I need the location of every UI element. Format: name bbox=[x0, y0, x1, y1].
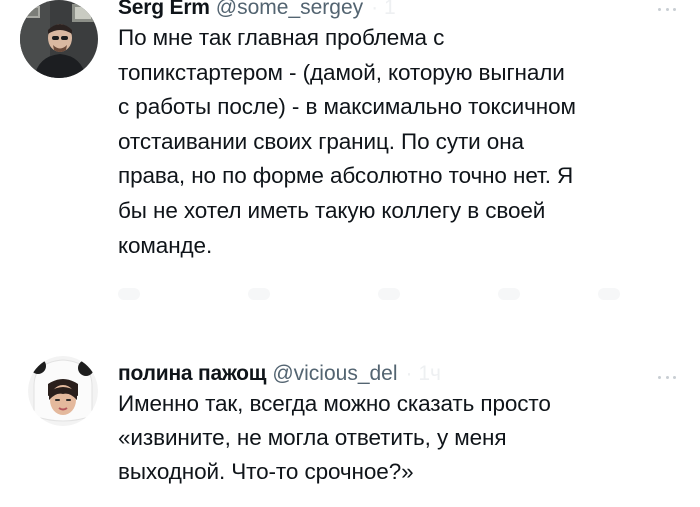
tweet-text-line: отстаивании своих границ. По сути она bbox=[118, 128, 524, 154]
timestamp: · 1 bbox=[371, 0, 396, 19]
tweet-text: По мне так главная проблема с топикстарт… bbox=[118, 21, 678, 263]
timestamp: · 1ч bbox=[405, 362, 441, 385]
author-handle[interactable]: @vicious_del bbox=[272, 362, 397, 385]
tweet-thread: Serg Erm @some_sergey · 1 По мне так главн… bbox=[0, 0, 700, 507]
avatar[interactable] bbox=[20, 0, 98, 78]
tweet-text-line: топикстартером - (дамой, которую выгнали bbox=[118, 59, 565, 85]
author-name[interactable]: Serg Erm bbox=[118, 0, 210, 19]
author-name[interactable]: полина пажощ bbox=[118, 362, 267, 385]
reply-icon[interactable] bbox=[118, 288, 140, 300]
more-horizontal-icon[interactable] bbox=[658, 6, 676, 12]
avatar[interactable] bbox=[28, 356, 98, 426]
tweet-text-line: команде. bbox=[118, 232, 213, 258]
tweet-text-line: По мне так главная проблема с bbox=[118, 25, 445, 50]
tweet-text: Именно так, всегда можно сказать просто … bbox=[118, 387, 678, 489]
share-icon[interactable] bbox=[598, 288, 620, 300]
retweet-icon[interactable] bbox=[248, 288, 270, 300]
tweet-text-line: выходной. Что-то срочное?» bbox=[118, 459, 414, 484]
tweet-text-line: бы не хотел иметь такую коллегу в своей bbox=[118, 197, 546, 223]
tweet[interactable]: Serg Erm @some_sergey · 1 По мне так главн… bbox=[0, 0, 700, 318]
author-handle[interactable]: @some_sergey bbox=[216, 0, 363, 19]
tweet-text-line: права, но по форме абсолютно точно нет. … bbox=[118, 163, 574, 189]
like-icon[interactable] bbox=[378, 288, 400, 300]
tweet-text-line: «извините, не могла ответить, у меня bbox=[118, 425, 507, 450]
tweet-header: полина пажощ @vicious_del · 1ч bbox=[118, 360, 640, 388]
more-horizontal-icon[interactable] bbox=[658, 374, 676, 380]
tweet-text-line: с работы после) - в максимально токсично… bbox=[118, 94, 576, 120]
tweet[interactable]: полина пажощ @vicious_del · 1ч Именно так,… bbox=[0, 352, 700, 507]
tweet-header: Serg Erm @some_sergey · 1 bbox=[118, 0, 640, 22]
tweet-actions bbox=[118, 284, 638, 304]
views-icon[interactable] bbox=[498, 288, 520, 300]
tweet-text-line: Именно так, всегда можно сказать просто bbox=[118, 391, 551, 416]
